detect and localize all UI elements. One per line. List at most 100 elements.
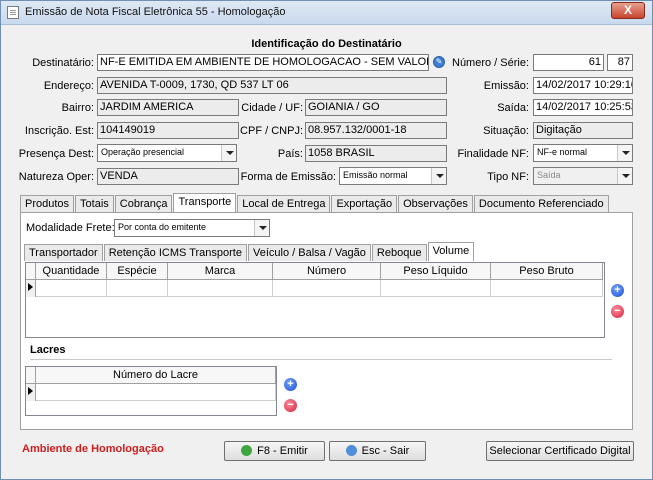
- modalidade-label: Modalidade Frete:: [26, 222, 115, 234]
- tab-veiculo[interactable]: Veículo / Balsa / Vagão: [247, 244, 371, 261]
- chevron-down-icon: [617, 168, 632, 184]
- edit-info-icon[interactable]: ✎: [433, 56, 445, 68]
- tab-documento-referenciado[interactable]: Documento Referenciado: [473, 195, 609, 212]
- col-quantidade[interactable]: Quantidade: [36, 263, 107, 280]
- check-icon: [241, 445, 253, 456]
- tipo-nf-label: Tipo NF:: [487, 171, 529, 183]
- tab-transporte[interactable]: Transporte: [173, 193, 237, 212]
- row-indicator: [26, 384, 36, 401]
- row-indicator: [26, 280, 36, 297]
- add-lacre-button[interactable]: +: [284, 378, 297, 391]
- chevron-down-icon[interactable]: [617, 145, 632, 161]
- bairro-field[interactable]: JARDIM AMERICA: [97, 99, 239, 116]
- cidade-uf-field[interactable]: GOIANIA / GO: [305, 99, 447, 116]
- serie-field[interactable]: 87: [607, 54, 633, 71]
- sair-button[interactable]: Esc - Sair: [329, 441, 426, 461]
- grid-cell[interactable]: [107, 280, 168, 297]
- section-title: Identificação do Destinatário: [251, 38, 402, 50]
- natureza-label: Natureza Oper:: [18, 171, 94, 183]
- pais-field[interactable]: 1058 BRASIL: [305, 145, 447, 162]
- tab-totais[interactable]: Totais: [75, 195, 114, 212]
- numero-field[interactable]: 61: [533, 54, 604, 71]
- main-tabs: Produtos Totais Cobrança Transporte Loca…: [20, 193, 610, 212]
- grid-cell[interactable]: [36, 384, 276, 401]
- col-marca[interactable]: Marca: [168, 263, 273, 280]
- bairro-label: Bairro:: [61, 102, 94, 114]
- tab-local-entrega[interactable]: Local de Entrega: [237, 195, 331, 212]
- cidade-uf-label: Cidade / UF:: [241, 102, 303, 114]
- chevron-down-icon[interactable]: [431, 168, 446, 184]
- grid-cell[interactable]: [273, 280, 381, 297]
- tab-retencao-icms[interactable]: Retenção ICMS Transporte: [103, 244, 247, 261]
- grid-cell[interactable]: [36, 280, 107, 297]
- title-bar: Emissão de Nota Fiscal Eletrônica 55 - H…: [1, 1, 652, 25]
- forma-emissao-select[interactable]: Emissão normal: [339, 167, 447, 185]
- tab-reboque[interactable]: Reboque: [371, 244, 427, 261]
- forma-emissao-label: Forma de Emissão:: [240, 171, 336, 183]
- col-peso-bruto[interactable]: Peso Bruto: [491, 263, 603, 280]
- presenca-select[interactable]: Operação presencial: [97, 144, 237, 162]
- natureza-field[interactable]: VENDA: [97, 168, 239, 185]
- modalidade-select[interactable]: Por conta do emitente: [114, 219, 270, 237]
- lacres-divider: [30, 359, 612, 360]
- tab-cobranca[interactable]: Cobrança: [114, 195, 173, 212]
- lacres-grid[interactable]: Número do Lacre: [25, 366, 277, 416]
- finalidade-label: Finalidade NF:: [457, 148, 529, 160]
- presenca-value: Operação presencial: [101, 147, 185, 157]
- grid-cell[interactable]: [381, 280, 491, 297]
- forma-emissao-value: Emissão normal: [343, 170, 408, 180]
- add-volume-button[interactable]: +: [611, 284, 624, 297]
- volume-grid[interactable]: Quantidade Espécie Marca Número Peso Líq…: [25, 262, 605, 338]
- remove-volume-button[interactable]: −: [611, 305, 624, 318]
- document-icon: [7, 6, 19, 19]
- chevron-down-icon[interactable]: [254, 220, 269, 236]
- cpf-cnpj-field[interactable]: 08.957.132/0001-18: [305, 122, 447, 139]
- lacres-title: Lacres: [30, 344, 66, 356]
- situacao-field[interactable]: Digitação: [533, 122, 633, 139]
- close-button[interactable]: X: [611, 2, 645, 19]
- tipo-nf-select: Saída: [533, 167, 633, 185]
- emitir-label: F8 - Emitir: [257, 445, 308, 457]
- col-numero[interactable]: Número: [273, 263, 381, 280]
- cpf-cnpj-label: CPF / CNPJ:: [240, 125, 303, 137]
- col-peso-liquido[interactable]: Peso Líquido: [381, 263, 491, 280]
- certificado-button[interactable]: Selecionar Certificado Digital: [486, 441, 634, 461]
- back-icon: [345, 445, 357, 456]
- saida-label: Saída:: [497, 102, 529, 114]
- finalidade-value: NF-e normal: [537, 147, 588, 157]
- modalidade-value: Por conta do emitente: [118, 222, 207, 232]
- col-especie[interactable]: Espécie: [107, 263, 168, 280]
- grid-corner: [26, 263, 36, 280]
- window-title: Emissão de Nota Fiscal Eletrônica 55 - H…: [25, 6, 286, 18]
- inscricao-label: Inscrição. Est:: [24, 125, 94, 137]
- emitir-button[interactable]: F8 - Emitir: [224, 441, 325, 461]
- chevron-down-icon[interactable]: [221, 145, 236, 161]
- endereco-field[interactable]: AVENIDA T-0009, 1730, QD 537 LT 06: [97, 77, 447, 94]
- emissao-field[interactable]: 14/02/2017 10:29:16: [533, 77, 633, 94]
- col-numero-lacre[interactable]: Número do Lacre: [36, 367, 276, 384]
- saida-field[interactable]: 14/02/2017 10:25:53: [533, 99, 633, 116]
- tab-transportador[interactable]: Transportador: [24, 244, 103, 261]
- inscricao-field[interactable]: 104149019: [97, 122, 239, 139]
- tab-exportacao[interactable]: Exportação: [331, 195, 398, 212]
- sair-label: Esc - Sair: [361, 445, 410, 457]
- situacao-label: Situação:: [483, 125, 529, 137]
- finalidade-select[interactable]: NF-e normal: [533, 144, 633, 162]
- grid-cell[interactable]: [491, 280, 603, 297]
- destinatario-label: Destinatário:: [32, 57, 94, 69]
- destinatario-field[interactable]: NF-E EMITIDA EM AMBIENTE DE HOMOLOGACAO …: [97, 54, 429, 71]
- emissao-label: Emissão:: [483, 80, 529, 92]
- grid-corner: [26, 367, 36, 384]
- tab-produtos[interactable]: Produtos: [20, 195, 75, 212]
- environment-label: Ambiente de Homologação: [22, 443, 164, 455]
- endereco-label: Endereço:: [43, 80, 94, 92]
- tab-observacoes[interactable]: Observações: [398, 195, 473, 212]
- grid-cell[interactable]: [168, 280, 273, 297]
- presenca-label: Presença Dest:: [18, 148, 94, 160]
- sub-tabs: Transportador Retenção ICMS Transporte V…: [24, 242, 475, 261]
- tipo-nf-value: Saída: [537, 170, 561, 180]
- pais-label: País:: [277, 148, 303, 160]
- remove-lacre-button[interactable]: −: [284, 399, 297, 412]
- tab-volume[interactable]: Volume: [427, 242, 475, 261]
- numero-serie-label: Número / Série:: [452, 57, 530, 69]
